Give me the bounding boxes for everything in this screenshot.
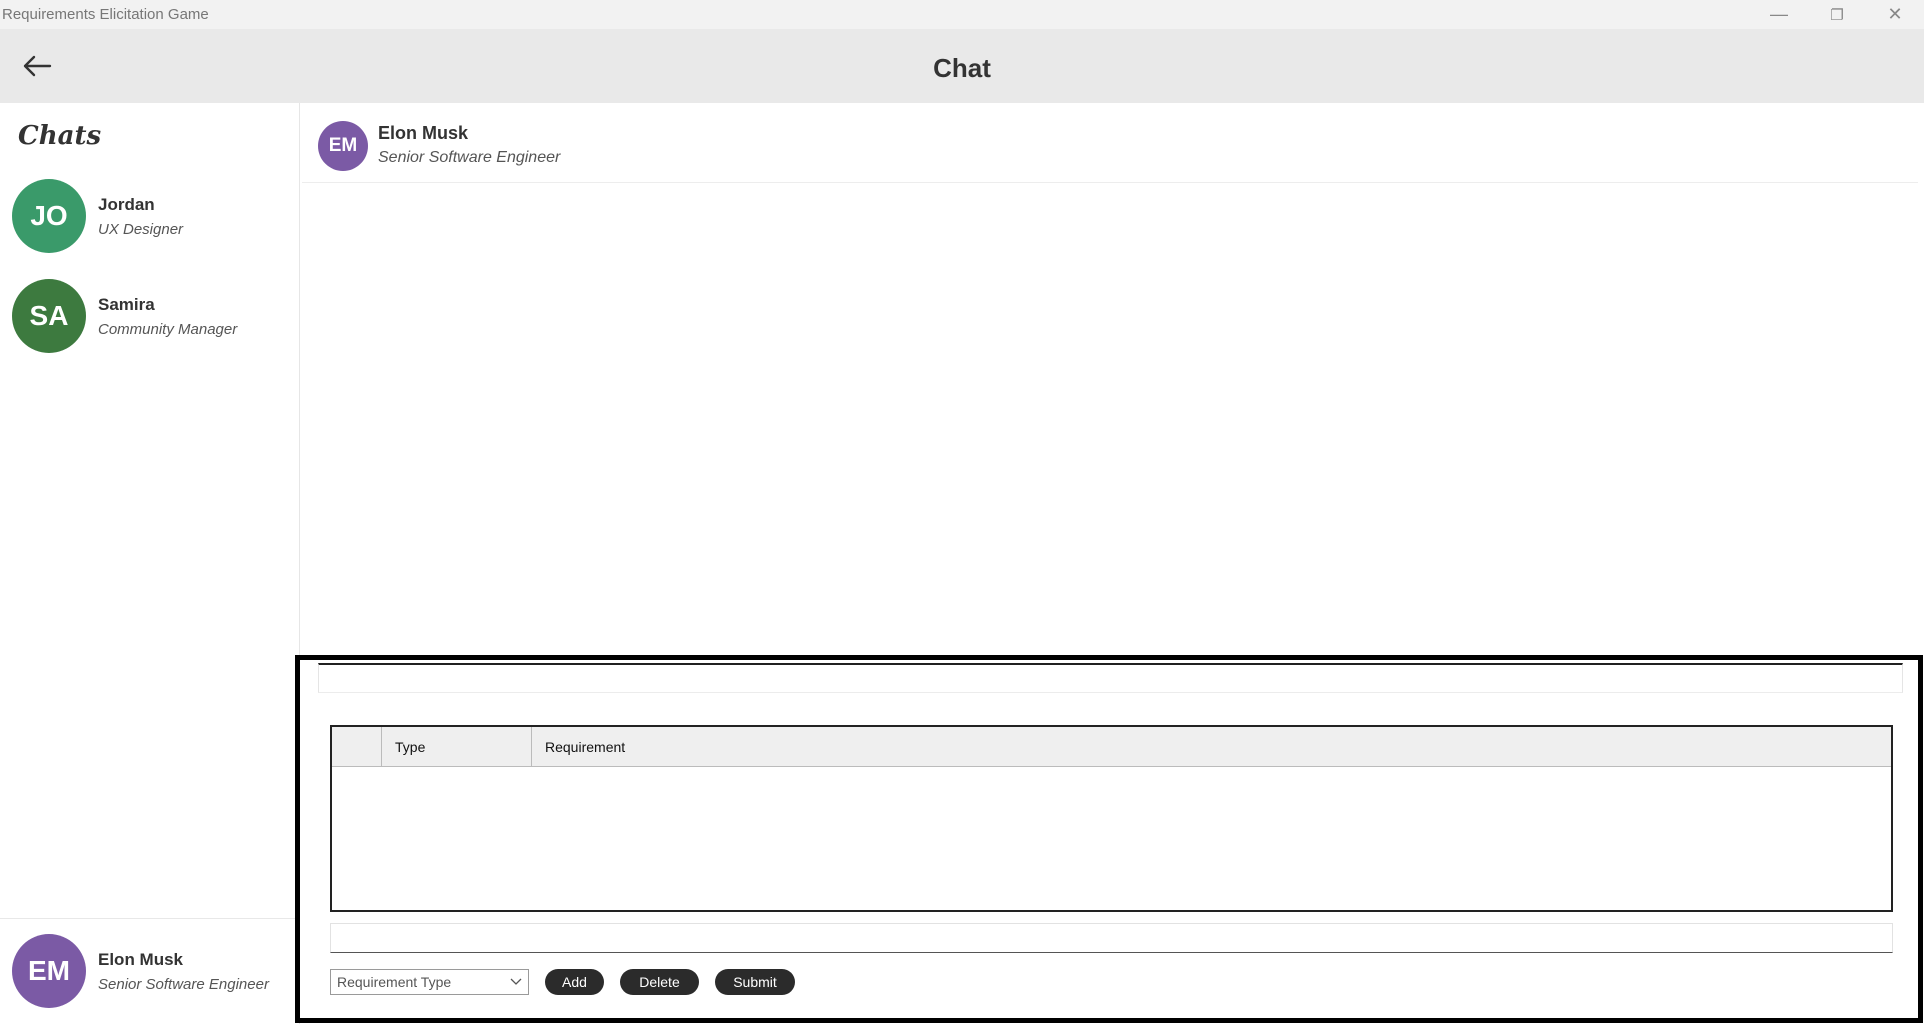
page-header: Chat <box>0 29 1924 103</box>
submit-button[interactable]: Submit <box>715 969 795 995</box>
current-user-role: Senior Software Engineer <box>98 975 269 993</box>
select-column-header[interactable] <box>332 727 382 766</box>
requirement-input[interactable] <box>330 923 1893 953</box>
chat-header: EM Elon Musk Senior Software Engineer <box>302 103 1918 183</box>
sidebar-heading: Chats <box>18 121 102 151</box>
message-list[interactable] <box>302 184 1918 654</box>
contact-name: Jordan <box>98 194 155 214</box>
avatar: SA <box>12 279 86 353</box>
table-header: Type Requirement <box>332 727 1891 767</box>
chat-participant-name: Elon Musk <box>378 123 469 143</box>
chat-participant-role: Senior Software Engineer <box>378 149 561 166</box>
avatar: EM <box>12 934 86 1008</box>
maximize-button[interactable]: ❐ <box>1808 0 1866 29</box>
current-user-profile[interactable]: EM Elon Musk Senior Software Engineer <box>12 933 292 1009</box>
avatar: EM <box>318 121 368 171</box>
add-button[interactable]: Add <box>545 969 604 995</box>
type-column-header[interactable]: Type <box>382 727 532 766</box>
message-input[interactable] <box>318 663 1903 693</box>
current-user-name: Elon Musk <box>98 949 184 969</box>
delete-button[interactable]: Delete <box>620 969 699 995</box>
minimize-button[interactable]: — <box>1750 0 1808 29</box>
requirement-controls: Requirement Type Add Delete Submit <box>330 968 795 996</box>
table-body <box>332 767 1891 910</box>
window-controls: — ❐ ✕ <box>1750 0 1924 29</box>
select-value: Requirement Type <box>337 974 452 990</box>
contact-item-samira[interactable]: SA Samira Community Manager <box>12 278 292 354</box>
window-title: Requirements Elicitation Game <box>2 6 209 23</box>
close-button[interactable]: ✕ <box>1866 0 1924 29</box>
contact-name: Samira <box>98 294 155 314</box>
avatar: JO <box>12 179 86 253</box>
requirement-type-select[interactable]: Requirement Type <box>330 969 529 995</box>
chats-sidebar: Chats JO Jordan UX Designer SA Samira Co… <box>0 103 300 1024</box>
contact-role: UX Designer <box>98 220 184 238</box>
page-title: Chat <box>933 53 991 83</box>
contact-role: Community Manager <box>98 320 238 338</box>
contact-item-jordan[interactable]: JO Jordan UX Designer <box>12 178 292 254</box>
requirements-panel: Type Requirement Requirement Type Add De… <box>295 655 1923 1023</box>
chevron-down-icon <box>510 978 522 985</box>
requirements-table: Type Requirement <box>330 725 1893 912</box>
requirement-column-header[interactable]: Requirement <box>532 727 1891 766</box>
app-window: Requirements Elicitation Game — ❐ ✕ Chat… <box>0 0 1924 1024</box>
sidebar-divider <box>0 918 300 919</box>
title-bar: Requirements Elicitation Game — ❐ ✕ <box>0 0 1924 29</box>
